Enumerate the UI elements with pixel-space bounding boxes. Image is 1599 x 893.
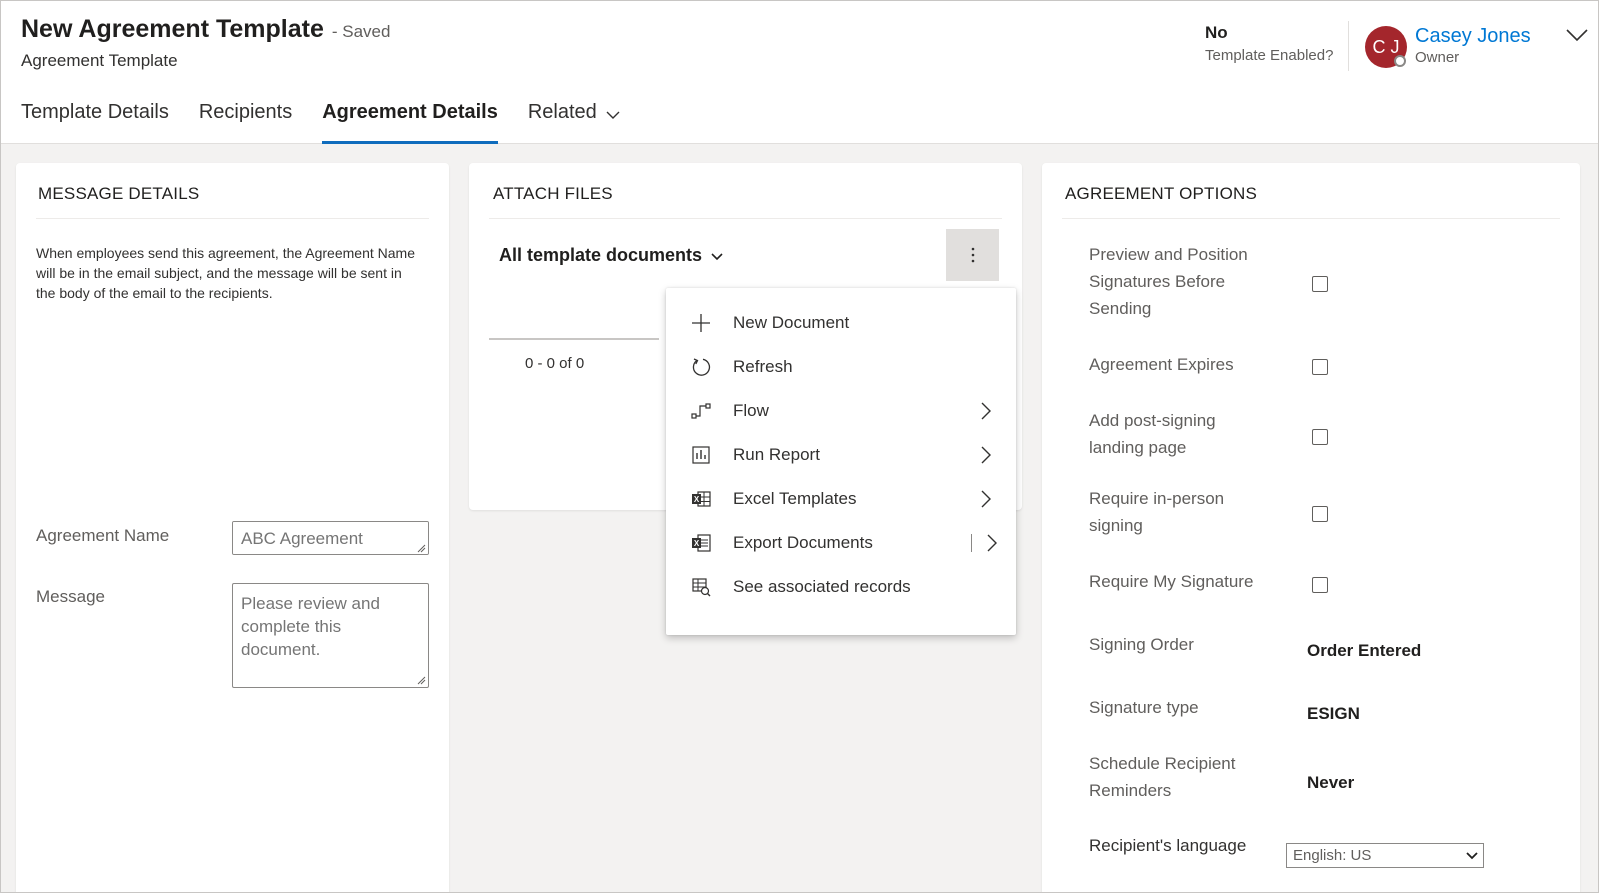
presence-status-icon	[1394, 55, 1406, 67]
signature-type-label: Signature type	[1089, 698, 1199, 717]
chevron-down-icon	[711, 252, 723, 260]
svg-text:X: X	[694, 495, 700, 504]
message-label: Message	[36, 587, 105, 606]
more-commands-menu: New Document Refresh Flow Run Report X E…	[666, 288, 1016, 635]
section-divider	[1062, 218, 1560, 219]
chevron-down-icon	[606, 111, 620, 119]
menu-item-label: Flow	[733, 401, 769, 420]
owner-name-link[interactable]: Casey Jones	[1415, 25, 1531, 48]
section-divider	[489, 218, 1002, 219]
agreement-expires-checkbox[interactable]	[1312, 359, 1328, 375]
page-title: New Agreement Template	[21, 15, 324, 43]
menu-item-flow[interactable]: Flow	[666, 389, 1016, 433]
title-row: New Agreement Template - Saved	[21, 15, 390, 44]
view-selector-label: All template documents	[499, 245, 703, 265]
recipient-reminders-value[interactable]: Never	[1307, 773, 1354, 793]
menu-item-excel-templates[interactable]: X Excel Templates	[666, 477, 1016, 521]
section-divider	[36, 218, 429, 219]
template-enabled-field: No Template Enabled?	[1205, 23, 1333, 64]
chevron-down-icon[interactable]	[1565, 25, 1589, 45]
recipient-language-value: English: US	[1293, 847, 1372, 864]
resize-grip-icon[interactable]	[416, 675, 426, 685]
tab-related[interactable]: Related	[528, 99, 621, 144]
save-status: - Saved	[331, 22, 391, 41]
template-enabled-label: Template Enabled?	[1205, 47, 1334, 64]
split-divider	[971, 534, 972, 552]
chevron-right-icon	[981, 446, 991, 464]
grid-header-divider	[489, 338, 659, 340]
message-input[interactable]	[232, 583, 429, 688]
menu-item-label: Refresh	[733, 357, 793, 376]
menu-item-new-document[interactable]: New Document	[666, 301, 1016, 345]
post-signing-page-checkbox[interactable]	[1312, 429, 1328, 445]
recipient-language-select[interactable]: English: US	[1286, 843, 1484, 868]
resize-grip-icon[interactable]	[416, 543, 426, 553]
require-my-signature-label: Require My Signature	[1089, 572, 1254, 591]
tab-label: Recipients	[198, 101, 293, 123]
report-icon	[690, 444, 712, 466]
refresh-icon	[690, 356, 712, 378]
menu-item-label: Excel Templates	[733, 489, 857, 508]
preview-position-checkbox[interactable]	[1312, 276, 1328, 292]
menu-item-refresh[interactable]: Refresh	[666, 345, 1016, 389]
menu-item-label: New Document	[733, 313, 850, 332]
chevron-right-icon	[981, 402, 991, 420]
more-vertical-icon	[971, 247, 974, 263]
chevron-right-icon[interactable]	[986, 534, 998, 552]
recipient-language-label: Recipient's language	[1089, 836, 1247, 855]
entity-name: Agreement Template	[21, 51, 178, 70]
section-title: ATTACH FILES	[493, 184, 613, 203]
menu-item-associated-records[interactable]: See associated records	[666, 565, 1016, 609]
plus-icon	[690, 312, 712, 334]
menu-item-run-report[interactable]: Run Report	[666, 433, 1016, 477]
chevron-right-icon	[981, 490, 991, 508]
menu-item-label: See associated records	[733, 577, 911, 596]
tab-template-details[interactable]: Template Details	[21, 99, 169, 144]
record-header: New Agreement Template - Saved Agreement…	[1, 1, 1598, 144]
agreement-expires-label: Agreement Expires	[1089, 355, 1234, 374]
tab-label: Template Details	[21, 101, 169, 123]
agreement-name-input[interactable]	[232, 521, 429, 555]
template-enabled-value: No	[1205, 23, 1228, 42]
in-person-signing-label: Require in-person signing	[1089, 489, 1225, 535]
tab-bar: Template Details Recipients Agreement De…	[21, 99, 651, 144]
agreement-options-section: AGREEMENT OPTIONS Preview and Position S…	[1042, 163, 1580, 892]
tab-recipients[interactable]: Recipients	[199, 99, 292, 144]
chevron-down-icon	[1466, 852, 1478, 860]
in-person-signing-checkbox[interactable]	[1312, 506, 1328, 522]
associated-records-icon	[690, 576, 712, 598]
word-export-icon: X	[690, 532, 712, 554]
header-divider	[1348, 21, 1349, 71]
tab-agreement-details[interactable]: Agreement Details	[322, 99, 498, 144]
tab-label: Related	[527, 101, 597, 123]
tab-label: Agreement Details	[322, 101, 498, 123]
signing-order-label: Signing Order	[1089, 635, 1194, 654]
menu-item-label: Run Report	[733, 445, 820, 464]
menu-item-label: Export Documents	[733, 533, 873, 552]
section-title: MESSAGE DETAILS	[38, 184, 200, 203]
flow-icon	[690, 400, 712, 422]
message-details-section: MESSAGE DETAILS When employees send this…	[16, 163, 449, 892]
signature-type-value[interactable]: ESIGN	[1307, 704, 1360, 724]
agreement-name-label: Agreement Name	[36, 526, 170, 545]
section-description: When employees send this agreement, the …	[36, 245, 415, 301]
excel-icon: X	[690, 488, 712, 510]
more-commands-button[interactable]	[946, 229, 999, 281]
owner-field: Casey Jones Owner	[1415, 25, 1531, 66]
recipient-reminders-label: Schedule Recipient Reminders	[1089, 754, 1236, 800]
section-title: AGREEMENT OPTIONS	[1065, 184, 1258, 203]
paging-status: 0 - 0 of 0	[525, 355, 585, 372]
view-selector[interactable]: All template documents	[499, 245, 724, 266]
signing-order-value[interactable]: Order Entered	[1307, 641, 1421, 661]
require-my-signature-checkbox[interactable]	[1312, 577, 1328, 593]
svg-text:X: X	[694, 539, 700, 548]
post-signing-page-label: Add post-signing landing page	[1089, 411, 1216, 457]
preview-position-label: Preview and Position Signatures Before S…	[1089, 245, 1248, 318]
menu-item-export-documents[interactable]: X Export Documents	[666, 521, 1016, 565]
app-frame: New Agreement Template - Saved Agreement…	[0, 0, 1599, 893]
owner-label: Owner	[1415, 49, 1460, 66]
